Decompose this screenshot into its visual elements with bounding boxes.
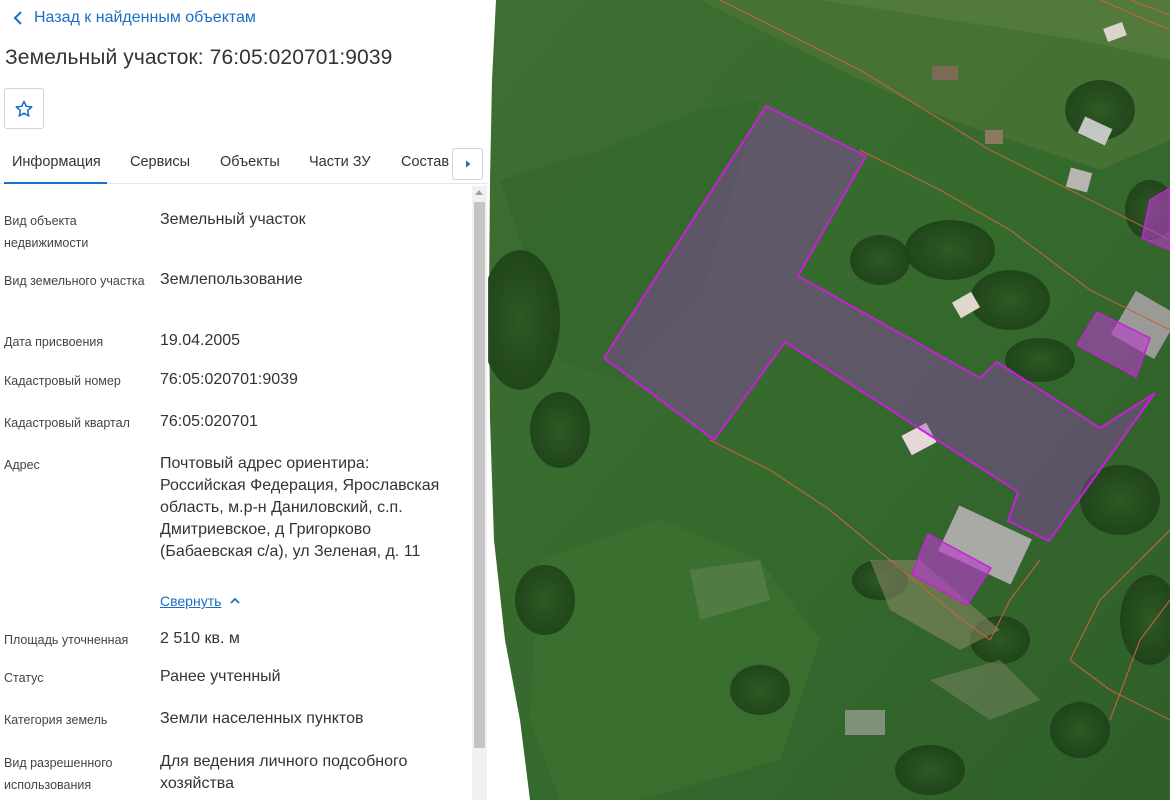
property-value-land-category: Земли населенных пунктов — [160, 710, 364, 727]
property-label-object-type: Вид объекта недвижимости — [4, 214, 89, 250]
tab-objects[interactable]: Объекты — [220, 154, 280, 170]
property-value-object-type: Земельный участок — [160, 211, 306, 228]
property-label-cadastral-number: Кадастровый номер — [4, 374, 121, 388]
property-value-cadastral-quarter: 76:05:020701 — [160, 413, 258, 430]
property-value-permitted-use: Для ведения личного подсобного хозяйства — [160, 753, 408, 792]
panel-scrollbar[interactable] — [472, 186, 487, 800]
info-panel: Назад к найденным объектам Земельный уча… — [0, 0, 488, 800]
property-label-parcel-type: Вид земельного участка — [4, 274, 145, 288]
address-collapse-link[interactable]: Свернуть — [160, 590, 241, 612]
property-label-address: Адрес — [4, 458, 40, 472]
scroll-up-arrow-icon[interactable] — [475, 190, 483, 195]
property-label-area: Площадь уточненная — [4, 633, 129, 647]
property-value-assignment-date: 19.04.2005 — [160, 332, 241, 349]
favorite-button[interactable] — [4, 88, 44, 129]
property-value-address: Почтовый адрес ориентира: Российская Фед… — [160, 455, 440, 560]
tab-services[interactable]: Сервисы — [130, 154, 190, 170]
property-value-cadastral-number: 76:05:020701:9039 — [160, 371, 298, 388]
tabs-scroll-right-button[interactable] — [452, 148, 483, 180]
satellite-map[interactable] — [488, 0, 1170, 800]
chevron-left-icon — [13, 11, 22, 25]
property-label-land-category: Категория земель — [4, 713, 108, 727]
caret-right-icon — [465, 160, 470, 168]
address-collapse-label: Свернуть — [160, 593, 222, 609]
property-value-parcel-type: Землепользование — [160, 271, 303, 288]
back-to-results-link[interactable]: Назад к найденным объектам — [8, 6, 256, 30]
map-view[interactable] — [488, 0, 1170, 800]
page-title: Земельный участок: 76:05:020701:9039 — [5, 46, 393, 69]
property-label-status: Статус — [4, 671, 44, 685]
property-label-cadastral-quarter: Кадастровый квартал — [4, 416, 130, 430]
active-tab-indicator — [4, 182, 107, 184]
tab-information[interactable]: Информация — [12, 154, 101, 170]
tab-composition[interactable]: Состав — [401, 154, 449, 170]
property-value-status: Ранее учтенный — [160, 668, 281, 685]
building-roof — [845, 710, 885, 735]
property-label-permitted-use: Вид разрешенного использования — [4, 756, 113, 792]
building-roof — [932, 66, 958, 80]
tab-parcel-parts[interactable]: Части ЗУ — [309, 154, 371, 170]
scrollbar-thumb[interactable] — [474, 202, 485, 748]
back-link-label: Назад к найденным объектам — [34, 9, 256, 26]
chevron-up-icon — [230, 597, 241, 604]
star-outline-icon — [15, 100, 33, 117]
tab-bar: Информация Сервисы Объекты Части ЗУ Сост… — [0, 142, 488, 184]
property-value-area: 2 510 кв. м — [160, 630, 240, 647]
building-roof — [985, 130, 1003, 144]
property-label-assignment-date: Дата присвоения — [4, 335, 104, 349]
